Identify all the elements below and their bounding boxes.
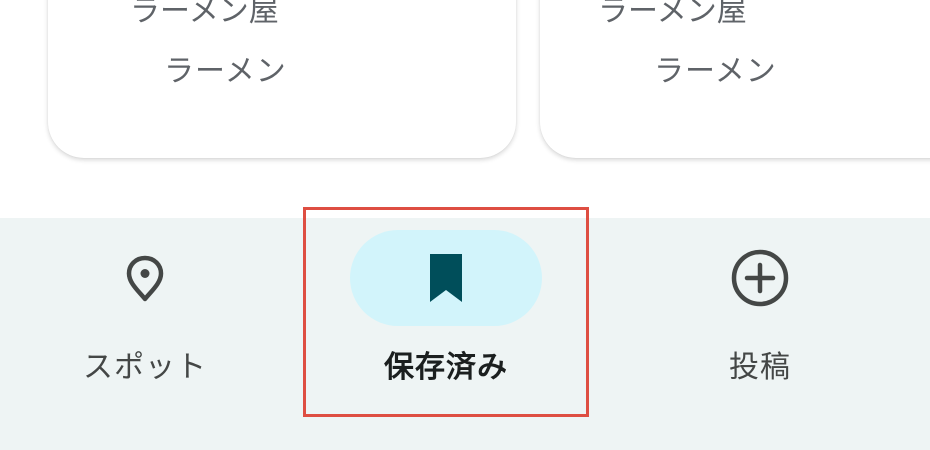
card-genre: ラーメン <box>654 54 777 89</box>
nav-icon-container <box>664 230 856 326</box>
add-circle-icon <box>731 249 789 307</box>
location-pin-icon <box>126 255 164 302</box>
nav-item-spot[interactable]: スポット <box>0 218 290 450</box>
nav-icon-container <box>49 230 241 326</box>
bottom-navigation: スポット 保存済み 投稿 <box>0 218 930 450</box>
card-title: ラーメン屋 <box>598 0 747 29</box>
card-title: ラーメン屋 <box>130 0 279 29</box>
nav-item-saved[interactable]: 保存済み <box>305 218 587 450</box>
nav-label: 保存済み <box>384 350 508 385</box>
bookmark-icon <box>430 254 462 302</box>
active-indicator-pill <box>350 230 542 326</box>
nav-label: スポット <box>83 350 207 385</box>
screen: ラーメン屋 ラーメン ラーメン屋 ラーメン スポット 保存済み 投稿 <box>0 0 930 450</box>
nav-item-post[interactable]: 投稿 <box>615 218 905 450</box>
restaurant-card[interactable]: ラーメン屋 ラーメン <box>540 0 930 158</box>
card-genre: ラーメン <box>164 54 287 89</box>
nav-label: 投稿 <box>729 350 791 385</box>
restaurant-card[interactable]: ラーメン屋 ラーメン <box>48 0 516 158</box>
